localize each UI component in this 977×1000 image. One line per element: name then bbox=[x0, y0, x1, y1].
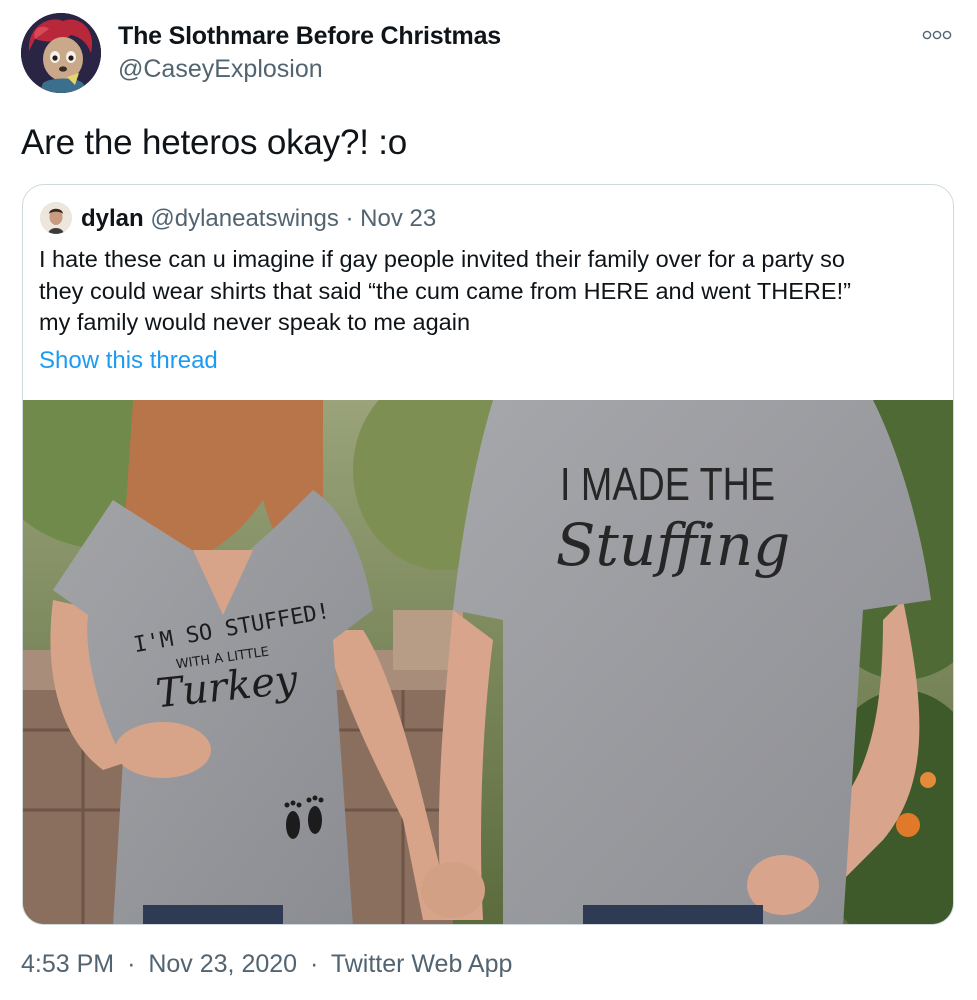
tweet-time[interactable]: 4:53 PM bbox=[21, 950, 114, 978]
quoted-separator: · bbox=[345, 205, 354, 232]
photo-shirt-right-line2: Stuffing bbox=[556, 511, 791, 579]
show-thread-link[interactable]: Show this thread bbox=[39, 347, 218, 375]
quoted-text-line: I hate these can u imagine if gay people… bbox=[39, 246, 845, 272]
quoted-date[interactable]: Nov 23 bbox=[360, 205, 436, 232]
quoted-author-avatar[interactable] bbox=[40, 202, 72, 234]
quoted-text: I hate these can u imagine if gay people… bbox=[39, 244, 939, 339]
author-avatar-image bbox=[21, 13, 101, 93]
tweet-source[interactable]: Twitter Web App bbox=[331, 950, 513, 978]
author-avatar[interactable] bbox=[21, 13, 101, 93]
quoted-text-line: they could wear shirts that said “the cu… bbox=[39, 277, 851, 304]
more-horizontal-icon[interactable] bbox=[921, 26, 953, 44]
tweet-text: Are the heteros okay?! :o bbox=[21, 123, 408, 162]
footer-separator: · bbox=[127, 950, 136, 978]
author-name[interactable]: The Slothmare Before Christmas bbox=[118, 22, 501, 51]
quoted-header: dylan @dylaneatswings · Nov 23 bbox=[81, 205, 436, 233]
footer-separator: · bbox=[310, 950, 319, 978]
author-handle[interactable]: @CaseyExplosion bbox=[118, 55, 323, 84]
quoted-text-line: my family would never speak to me again bbox=[39, 309, 471, 335]
tweet: The Slothmare Before Christmas @CaseyExp… bbox=[0, 0, 977, 1000]
quoted-tweet-card[interactable]: dylan @dylaneatswings · Nov 23 I hate th… bbox=[22, 184, 954, 925]
tweet-date[interactable]: Nov 23, 2020 bbox=[148, 950, 297, 978]
photo-shirt-right-line1: I MADE THE bbox=[560, 458, 775, 509]
quoted-author-handle[interactable]: @dylaneatswings bbox=[150, 205, 338, 232]
tweet-footer: 4:53 PM · Nov 23, 2020 · Twitter Web App bbox=[21, 950, 512, 979]
quoted-photo[interactable]: I'M SO STUFFED! WITH A LITTLE Turkey I M… bbox=[23, 360, 953, 924]
quoted-author-name[interactable]: dylan bbox=[81, 205, 144, 232]
